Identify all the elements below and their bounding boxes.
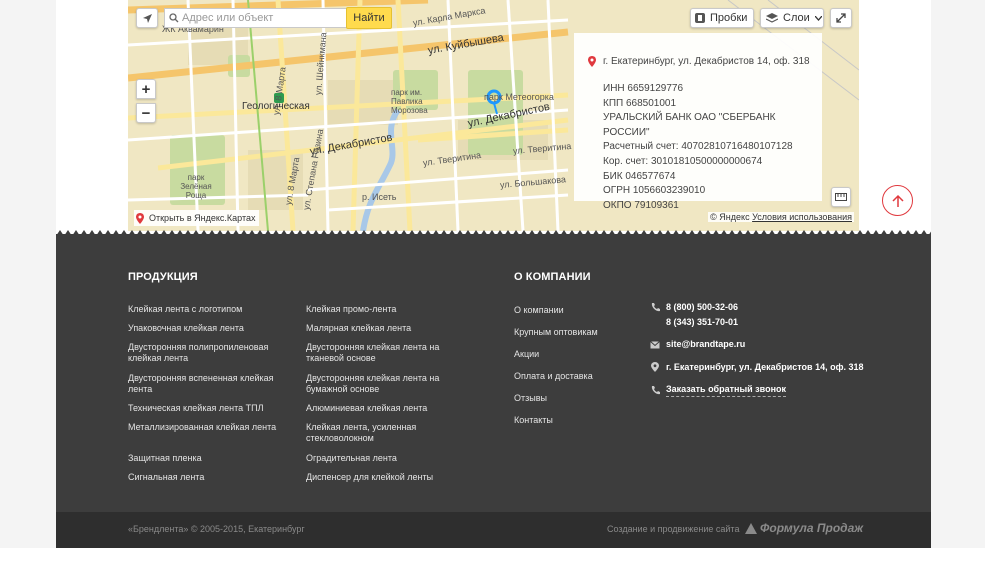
detail-line: БИК 046577674 xyxy=(603,170,676,182)
ruler-icon xyxy=(835,193,847,201)
layers-label: Слои xyxy=(783,12,810,24)
traffic-button[interactable]: Пробки xyxy=(690,8,754,28)
location-pin-icon xyxy=(588,56,596,67)
geolocation-icon xyxy=(142,13,152,23)
product-link[interactable]: Двусторонняя полипропиленовая клейкая ле… xyxy=(128,342,278,364)
search-icon xyxy=(169,13,179,23)
credit-logo-text: Формула Продаж xyxy=(760,521,864,535)
open-yandex-label: Открыть в Яндекс.Картах xyxy=(149,213,256,223)
company-details: ИНН 6659129776 КПП 668501001 УРАЛЬСКИЙ Б… xyxy=(603,82,822,213)
expand-icon xyxy=(836,13,846,23)
mail-icon xyxy=(650,341,660,349)
detail-line: ИНН 6659129776 xyxy=(603,83,684,94)
product-link[interactable]: Двусторонняя клейкая лента на бумажной о… xyxy=(306,373,446,395)
zoom-in-button[interactable]: + xyxy=(136,79,156,99)
terms-link[interactable]: Условия использования xyxy=(752,212,852,222)
product-link[interactable]: Техническая клейкая лента ТПЛ xyxy=(128,403,278,414)
yandex-pin-icon xyxy=(136,212,144,224)
yandex-map[interactable]: ул. Куйбышева ул. Декабристов ул. Декабр… xyxy=(128,0,859,231)
company-link[interactable]: Отзывы xyxy=(514,393,547,404)
detail-line: Расчетный счет: 40702810716480107128 xyxy=(603,141,793,153)
detail-line: Кор. счет: 30101810500000000674 xyxy=(603,155,763,167)
place-label: Геологическая xyxy=(242,101,310,112)
page: ул. Куйбышева ул. Декабристов ул. Декабр… xyxy=(0,0,985,561)
company-link[interactable]: Контакты xyxy=(514,415,553,426)
footer-bottom-bar: «Брендлента» © 2005-2015, Екатеринбург С… xyxy=(56,512,931,548)
phone-1[interactable]: 8 (800) 500-32-06 xyxy=(666,300,738,315)
layers-button[interactable]: Слои xyxy=(760,8,824,28)
zoom-out-button[interactable]: − xyxy=(136,103,156,123)
location-pin-icon xyxy=(651,362,659,372)
product-link[interactable]: Оградительная лента xyxy=(306,453,446,464)
product-link[interactable]: Упаковочная клейкая лента xyxy=(128,323,278,334)
street-label: р. Исеть xyxy=(362,192,397,202)
chevron-down-icon xyxy=(814,15,822,21)
site-copyright: «Брендлента» © 2005-2015, Екатеринбург xyxy=(128,524,305,534)
layers-icon xyxy=(766,13,778,23)
footer-address: г. Екатеринбург, ул. Декабристов 14, оф.… xyxy=(666,362,864,372)
callback-link[interactable]: Заказать обратный звонок xyxy=(666,383,787,397)
product-link[interactable]: Металлизированная клейкая лента xyxy=(128,422,278,433)
map-search-placeholder: Адрес или объект xyxy=(182,12,274,24)
footer: ПРОДУКЦИЯ Клейкая лента с логотипом Упак… xyxy=(56,234,931,512)
yandex-copyright: © Яндекс xyxy=(710,212,750,222)
ruler-button[interactable] xyxy=(831,187,851,207)
place-label: парк Метеогорка xyxy=(484,92,554,102)
credit-text: Создание и продвижение сайта xyxy=(607,524,740,534)
product-link[interactable]: Двусторонняя клейкая лента на тканевой о… xyxy=(306,342,446,364)
geolocation-button[interactable] xyxy=(136,8,158,28)
triangle-logo-icon xyxy=(745,522,757,534)
page-side-left xyxy=(0,0,56,561)
product-link[interactable]: Клейкая лента с логотипом xyxy=(128,304,278,315)
open-in-yandex-maps-link[interactable]: Открыть в Яндекс.Картах xyxy=(134,210,260,226)
map-info-panel: г. Екатеринбург, ул. Декабристов 14, оф.… xyxy=(574,33,822,211)
fullscreen-button[interactable] xyxy=(830,8,852,28)
page-side-right xyxy=(931,0,985,561)
info-address: г. Екатеринбург, ул. Декабристов 14, оф.… xyxy=(603,56,810,67)
map-copyright: © Яндекс Условия использования xyxy=(708,212,854,222)
product-link[interactable]: Алюминиевая клейкая лента xyxy=(306,403,446,414)
traffic-label: Пробки xyxy=(710,12,748,24)
phone-icon xyxy=(651,386,660,395)
detail-line: ОГРН 1056603239010 xyxy=(603,185,706,197)
map-search-button[interactable]: Найти xyxy=(346,7,392,29)
product-link[interactable]: Клейкая лента, усиленная стекловолокном xyxy=(306,422,446,444)
company-link[interactable]: Оплата и доставка xyxy=(514,371,593,382)
company-heading: О КОМПАНИИ xyxy=(514,271,591,283)
product-link[interactable]: Сигнальная лента xyxy=(128,472,278,483)
formula-prodazh-logo[interactable]: Формула Продаж xyxy=(745,521,863,535)
phone-2[interactable]: 8 (343) 351-70-01 xyxy=(666,315,738,330)
scroll-to-top-button[interactable] xyxy=(882,185,913,216)
detail-line: КПП 668501001 xyxy=(603,97,677,109)
product-link[interactable]: Двусторонняя вспененная клейкая лента xyxy=(128,373,278,395)
phone-icon xyxy=(651,303,660,312)
company-link[interactable]: Крупным оптовикам xyxy=(514,327,598,338)
traffic-icon xyxy=(695,13,705,23)
place-label: парк им. Павлика Морозова xyxy=(391,88,428,115)
products-heading: ПРОДУКЦИЯ xyxy=(128,271,198,283)
product-link[interactable]: Защитная пленка xyxy=(128,453,278,464)
product-link[interactable]: Клейкая промо-лента xyxy=(306,304,446,315)
email-link[interactable]: site@brandtape.ru xyxy=(666,337,745,352)
place-label: парк Зелёная Роща xyxy=(180,173,212,200)
map-search-input[interactable]: Адрес или объект xyxy=(164,8,347,28)
detail-line: УРАЛЬСКИЙ БАНК ОАО "СБЕРБАНК РОССИИ" xyxy=(603,112,776,138)
company-link[interactable]: Акции xyxy=(514,349,539,360)
page-bottom xyxy=(0,548,985,561)
product-link[interactable]: Малярная клейкая лента xyxy=(306,323,446,334)
arrow-up-icon xyxy=(891,194,904,207)
product-link[interactable]: Диспенсер для клейкой ленты xyxy=(306,472,446,483)
company-link[interactable]: О компании xyxy=(514,305,564,316)
